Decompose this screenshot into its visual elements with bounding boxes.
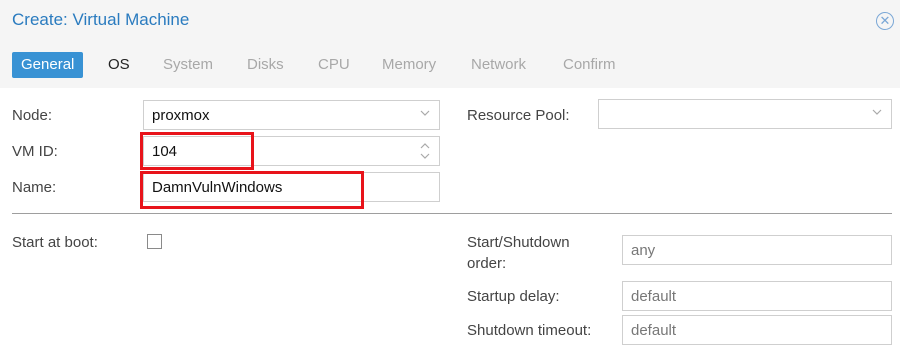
node-value: proxmox — [152, 107, 210, 124]
startup-delay-input[interactable]: default — [622, 281, 892, 311]
tab-cpu[interactable]: CPU — [318, 52, 350, 78]
window-titlebar: Create: Virtual Machine ✕ — [0, 0, 900, 42]
section-divider — [12, 213, 892, 214]
window-title: Create: Virtual Machine — [12, 10, 190, 29]
name-highlight-box — [140, 171, 364, 209]
close-icon[interactable]: ✕ — [876, 12, 894, 30]
shutdown-timeout-label: Shutdown timeout: — [467, 322, 592, 339]
tab-network[interactable]: Network — [471, 52, 526, 78]
chevron-down-icon[interactable] — [419, 107, 431, 119]
startup-delay-value: default — [631, 288, 677, 305]
vmid-label: VM ID: — [12, 143, 58, 160]
chevron-down-icon[interactable] — [871, 106, 883, 118]
resource-pool-label: Resource Pool: — [467, 107, 570, 124]
start-shutdown-order-label-line2: order: — [467, 255, 507, 272]
node-label: Node: — [12, 107, 53, 124]
start-at-boot-checkbox[interactable] — [147, 234, 162, 249]
tab-os[interactable]: OS — [108, 52, 130, 78]
start-shutdown-order-value: any — [631, 242, 656, 259]
shutdown-timeout-value: default — [631, 322, 677, 339]
start-at-boot-label: Start at boot: — [12, 234, 98, 251]
shutdown-timeout-input[interactable]: default — [622, 315, 892, 345]
node-select[interactable]: proxmox — [143, 100, 440, 130]
startup-delay-label: Startup delay: — [467, 288, 560, 305]
tab-system[interactable]: System — [163, 52, 213, 78]
tab-general[interactable]: General — [12, 52, 84, 78]
tab-memory[interactable]: Memory — [382, 52, 436, 78]
resource-pool-select[interactable] — [598, 99, 892, 129]
start-shutdown-order-input[interactable]: any — [622, 235, 892, 265]
name-label: Name: — [12, 179, 57, 196]
tab-confirm[interactable]: Confirm — [563, 52, 616, 78]
start-shutdown-order-label-line1: Start/Shutdown — [467, 234, 570, 251]
vmid-highlight-box — [140, 132, 254, 170]
spinner-updown-icon[interactable] — [419, 140, 431, 164]
tab-bar: General OS System Disks CPU Memory Netwo… — [0, 42, 900, 88]
tab-disks[interactable]: Disks — [247, 52, 284, 78]
